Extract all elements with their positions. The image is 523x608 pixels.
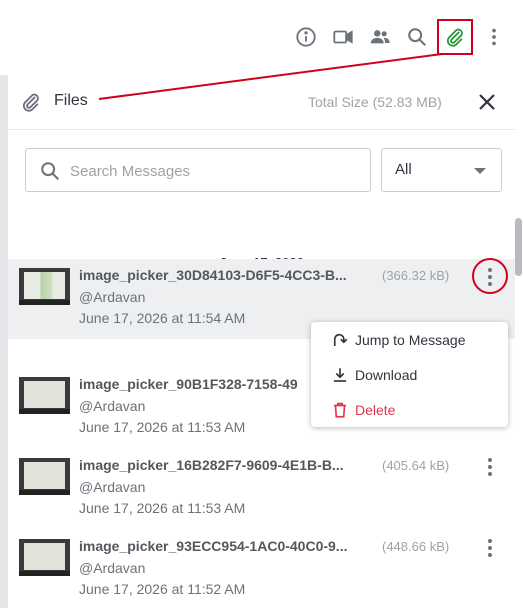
menu-item-download[interactable]: Download [311, 358, 508, 392]
file-name[interactable]: image_picker_90B1F328-7158-49 [79, 376, 319, 392]
file-name[interactable]: image_picker_93ECC954-1AC0-40C0-9... [79, 538, 369, 554]
file-menu-kebab-icon[interactable] [480, 536, 500, 560]
chevron-down-icon [474, 168, 486, 174]
menu-item-label: Jump to Message [355, 332, 466, 348]
file-size: (448.66 kB) [382, 539, 450, 554]
file-type-value: All [395, 161, 412, 178]
paperclip-icon [22, 93, 39, 112]
file-thumbnail[interactable] [19, 539, 70, 576]
kebab-highlight-circle [472, 258, 508, 294]
file-row[interactable]: image_picker_93ECC954-1AC0-40C0-9... (44… [8, 530, 515, 608]
members-icon[interactable] [367, 24, 393, 50]
search-field [25, 148, 371, 192]
file-row[interactable]: image_picker_16B282F7-9609-4E1B-B... (40… [8, 449, 515, 529]
file-size: (366.32 kB) [382, 268, 450, 283]
room-toolbar [0, 0, 523, 75]
search-input[interactable] [70, 159, 360, 183]
close-icon[interactable] [475, 90, 499, 114]
menu-item-label: Delete [355, 402, 396, 418]
file-timestamp: June 17, 2026 at 11:53 AM [79, 500, 246, 516]
scrollbar[interactable] [515, 75, 523, 608]
file-thumbnail[interactable] [19, 377, 70, 414]
panel-title: Files [54, 92, 88, 109]
search-icon [41, 162, 59, 180]
files-panel-header: Files Total Size (52.83 MB) [8, 75, 515, 130]
jump-arrow-icon [333, 333, 348, 346]
file-size: (405.64 kB) [382, 458, 450, 473]
menu-item-delete[interactable]: Delete [311, 393, 508, 427]
file-name[interactable]: image_picker_30D84103-D6F5-4CC3-B... [79, 267, 369, 283]
file-menu-kebab-icon[interactable] [480, 455, 500, 479]
file-timestamp: June 17, 2026 at 11:53 AM [79, 419, 246, 435]
file-uploader: @Ardavan [79, 289, 146, 305]
file-uploader: @Ardavan [79, 560, 146, 576]
file-uploader: @Ardavan [79, 479, 146, 495]
kebab-icon[interactable] [481, 24, 507, 50]
menu-item-label: Download [355, 367, 418, 383]
file-type-select[interactable]: All [381, 148, 502, 192]
file-uploader: @Ardavan [79, 398, 146, 414]
file-context-menu: Jump to Message Download Delete [311, 322, 508, 427]
video-icon[interactable] [330, 24, 356, 50]
info-icon[interactable] [293, 24, 319, 50]
file-timestamp: June 17, 2026 at 11:52 AM [79, 581, 246, 597]
file-name[interactable]: image_picker_16B282F7-9609-4E1B-B... [79, 457, 369, 473]
file-thumbnail[interactable] [19, 268, 70, 305]
download-icon [334, 368, 346, 382]
paperclip-highlight-box [437, 19, 473, 55]
file-thumbnail[interactable] [19, 458, 70, 495]
search-icon[interactable] [404, 24, 430, 50]
file-timestamp: June 17, 2026 at 11:54 AM [79, 310, 246, 326]
trash-icon [334, 402, 346, 418]
scrollbar-thumb[interactable] [515, 218, 522, 276]
menu-item-jump-to-message[interactable]: Jump to Message [311, 323, 508, 357]
total-size: Total Size (52.83 MB) [308, 94, 442, 110]
room-content-edge [0, 75, 8, 608]
